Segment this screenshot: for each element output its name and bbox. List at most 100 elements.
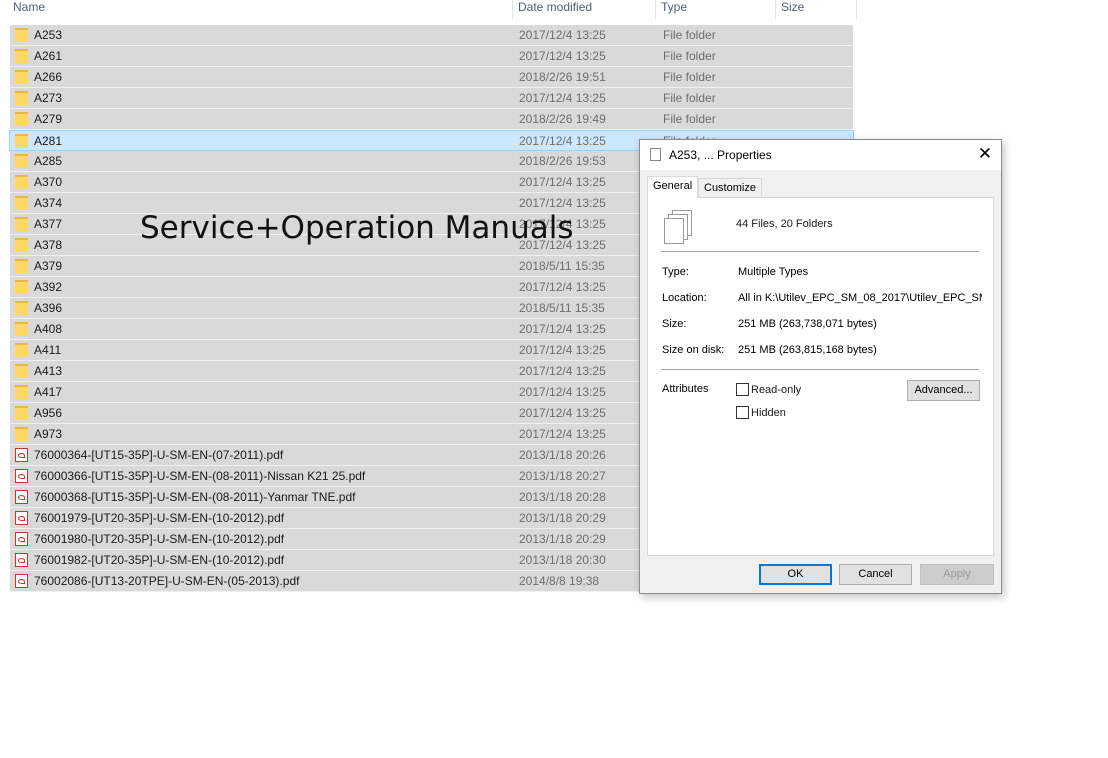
table-row[interactable]: A279 2018/2/26 19:49 File folder <box>10 109 853 130</box>
pdf-icon <box>15 469 28 483</box>
attributes-label: Attributes <box>662 383 709 395</box>
row-name: 76000366-[UT15-35P]-U-SM-EN-(08-2011)-Ni… <box>34 469 366 483</box>
readonly-checkbox[interactable] <box>736 383 749 396</box>
column-header-date[interactable]: Date modified <box>514 0 656 19</box>
row-name: A281 <box>34 134 63 148</box>
readonly-label[interactable]: Read-only <box>751 384 801 396</box>
pdf-icon <box>15 448 28 462</box>
row-date-modified: 2017/12/4 13:25 <box>519 28 606 42</box>
folder-icon <box>15 427 28 441</box>
row-date-modified: 2017/12/4 13:25 <box>519 49 606 63</box>
folder-icon <box>15 154 28 168</box>
row-name: A285 <box>34 154 63 168</box>
folder-icon <box>15 217 28 231</box>
row-date-modified: 2017/12/4 13:25 <box>519 196 606 210</box>
tab-general[interactable]: General <box>647 176 699 198</box>
row-type: File folder <box>663 112 716 126</box>
row-name: A261 <box>34 49 63 63</box>
ok-button[interactable]: OK <box>759 564 832 585</box>
row-name: A279 <box>34 112 63 126</box>
folder-icon <box>15 28 28 42</box>
size-on-disk-label: Size on disk: <box>662 344 725 356</box>
hidden-checkbox[interactable] <box>736 406 749 419</box>
close-button[interactable]: ✕ <box>969 140 1001 170</box>
row-name: 76001980-[UT20-35P]-U-SM-EN-(10-2012).pd… <box>34 532 285 546</box>
table-row[interactable]: A266 2018/2/26 19:51 File folder <box>10 67 853 88</box>
row-date-modified: 2013/1/18 20:29 <box>519 511 606 525</box>
row-name: A378 <box>34 238 63 252</box>
tab-customize[interactable]: Customize <box>698 178 762 198</box>
location-value: All in K:\Utilev_EPC_SM_08_2017\Utilev_E… <box>738 292 982 304</box>
folder-icon <box>15 343 28 357</box>
overlay-caption: Service+Operation Manuals <box>140 210 574 246</box>
type-label: Type: <box>662 266 689 278</box>
row-date-modified: 2017/12/4 13:25 <box>519 406 606 420</box>
apply-button[interactable]: Apply <box>920 564 994 585</box>
dialog-title: A253, ... Properties <box>669 148 772 162</box>
dialog-titlebar[interactable]: A253, ... Properties ✕ <box>640 140 1001 170</box>
row-name: A408 <box>34 322 63 336</box>
row-name: A377 <box>34 217 63 231</box>
column-header-name[interactable]: Name <box>9 0 513 19</box>
row-name: A273 <box>34 91 63 105</box>
row-date-modified: 2013/1/18 20:26 <box>519 448 606 462</box>
advanced-button[interactable]: Advanced... <box>907 380 980 401</box>
row-date-modified: 2018/2/26 19:49 <box>519 112 606 126</box>
folder-icon <box>15 259 28 273</box>
row-name: A411 <box>34 343 62 357</box>
folder-icon <box>15 49 28 63</box>
row-type: File folder <box>663 70 716 84</box>
row-date-modified: 2017/12/4 13:25 <box>519 91 606 105</box>
cancel-button[interactable]: Cancel <box>839 564 912 585</box>
row-date-modified: 2017/12/4 13:25 <box>519 322 606 336</box>
selection-summary: 44 Files, 20 Folders <box>736 218 833 230</box>
row-date-modified: 2018/2/26 19:53 <box>519 154 606 168</box>
folder-icon <box>15 385 28 399</box>
row-name: A973 <box>34 427 63 441</box>
column-header-type[interactable]: Type <box>657 0 776 19</box>
folder-icon <box>15 301 28 315</box>
pdf-icon <box>15 553 28 567</box>
row-name: A396 <box>34 301 63 315</box>
row-date-modified: 2013/1/18 20:28 <box>519 490 606 504</box>
row-date-modified: 2013/1/18 20:29 <box>519 532 606 546</box>
size-value: 251 MB (263,738,071 bytes) <box>738 318 877 330</box>
pdf-icon <box>15 532 28 546</box>
row-date-modified: 2013/1/18 20:27 <box>519 469 606 483</box>
row-name: A956 <box>34 406 63 420</box>
table-row[interactable]: A261 2017/12/4 13:25 File folder <box>10 46 853 67</box>
hidden-label[interactable]: Hidden <box>751 407 786 419</box>
folder-icon <box>15 175 28 189</box>
folder-icon <box>15 322 28 336</box>
multiple-files-icon <box>662 210 692 244</box>
folder-icon <box>15 406 28 420</box>
folder-icon <box>15 91 28 105</box>
pdf-icon <box>15 490 28 504</box>
row-name: A417 <box>34 385 63 399</box>
row-type: File folder <box>663 28 716 42</box>
row-date-modified: 2018/5/11 15:35 <box>519 259 605 273</box>
row-date-modified: 2017/12/4 13:25 <box>519 427 606 441</box>
row-type: File folder <box>663 91 716 105</box>
row-name: A253 <box>34 28 63 42</box>
folder-icon <box>15 238 28 252</box>
row-name: 76002086-[UT13-20TPE]-U-SM-EN-(05-2013).… <box>34 574 300 588</box>
row-name: A266 <box>34 70 63 84</box>
row-date-modified: 2014/8/8 19:38 <box>519 574 600 588</box>
row-date-modified: 2013/1/18 20:30 <box>519 553 606 567</box>
row-name: A413 <box>34 364 63 378</box>
row-name: 76000364-[UT15-35P]-U-SM-EN-(07-2011).pd… <box>34 448 284 462</box>
row-date-modified: 2018/2/26 19:51 <box>519 70 606 84</box>
column-header-size[interactable]: Size <box>777 0 857 19</box>
folder-icon <box>15 364 28 378</box>
separator <box>661 251 979 252</box>
folder-icon <box>15 196 28 210</box>
pdf-icon <box>15 511 28 525</box>
table-row[interactable]: A253 2017/12/4 13:25 File folder <box>10 25 853 46</box>
row-date-modified: 2018/5/11 15:35 <box>519 301 605 315</box>
folder-icon <box>15 280 28 294</box>
properties-dialog: A253, ... Properties ✕ General Customize… <box>639 139 1002 594</box>
folder-icon <box>15 70 28 84</box>
table-row[interactable]: A273 2017/12/4 13:25 File folder <box>10 88 853 109</box>
row-name: A392 <box>34 280 63 294</box>
